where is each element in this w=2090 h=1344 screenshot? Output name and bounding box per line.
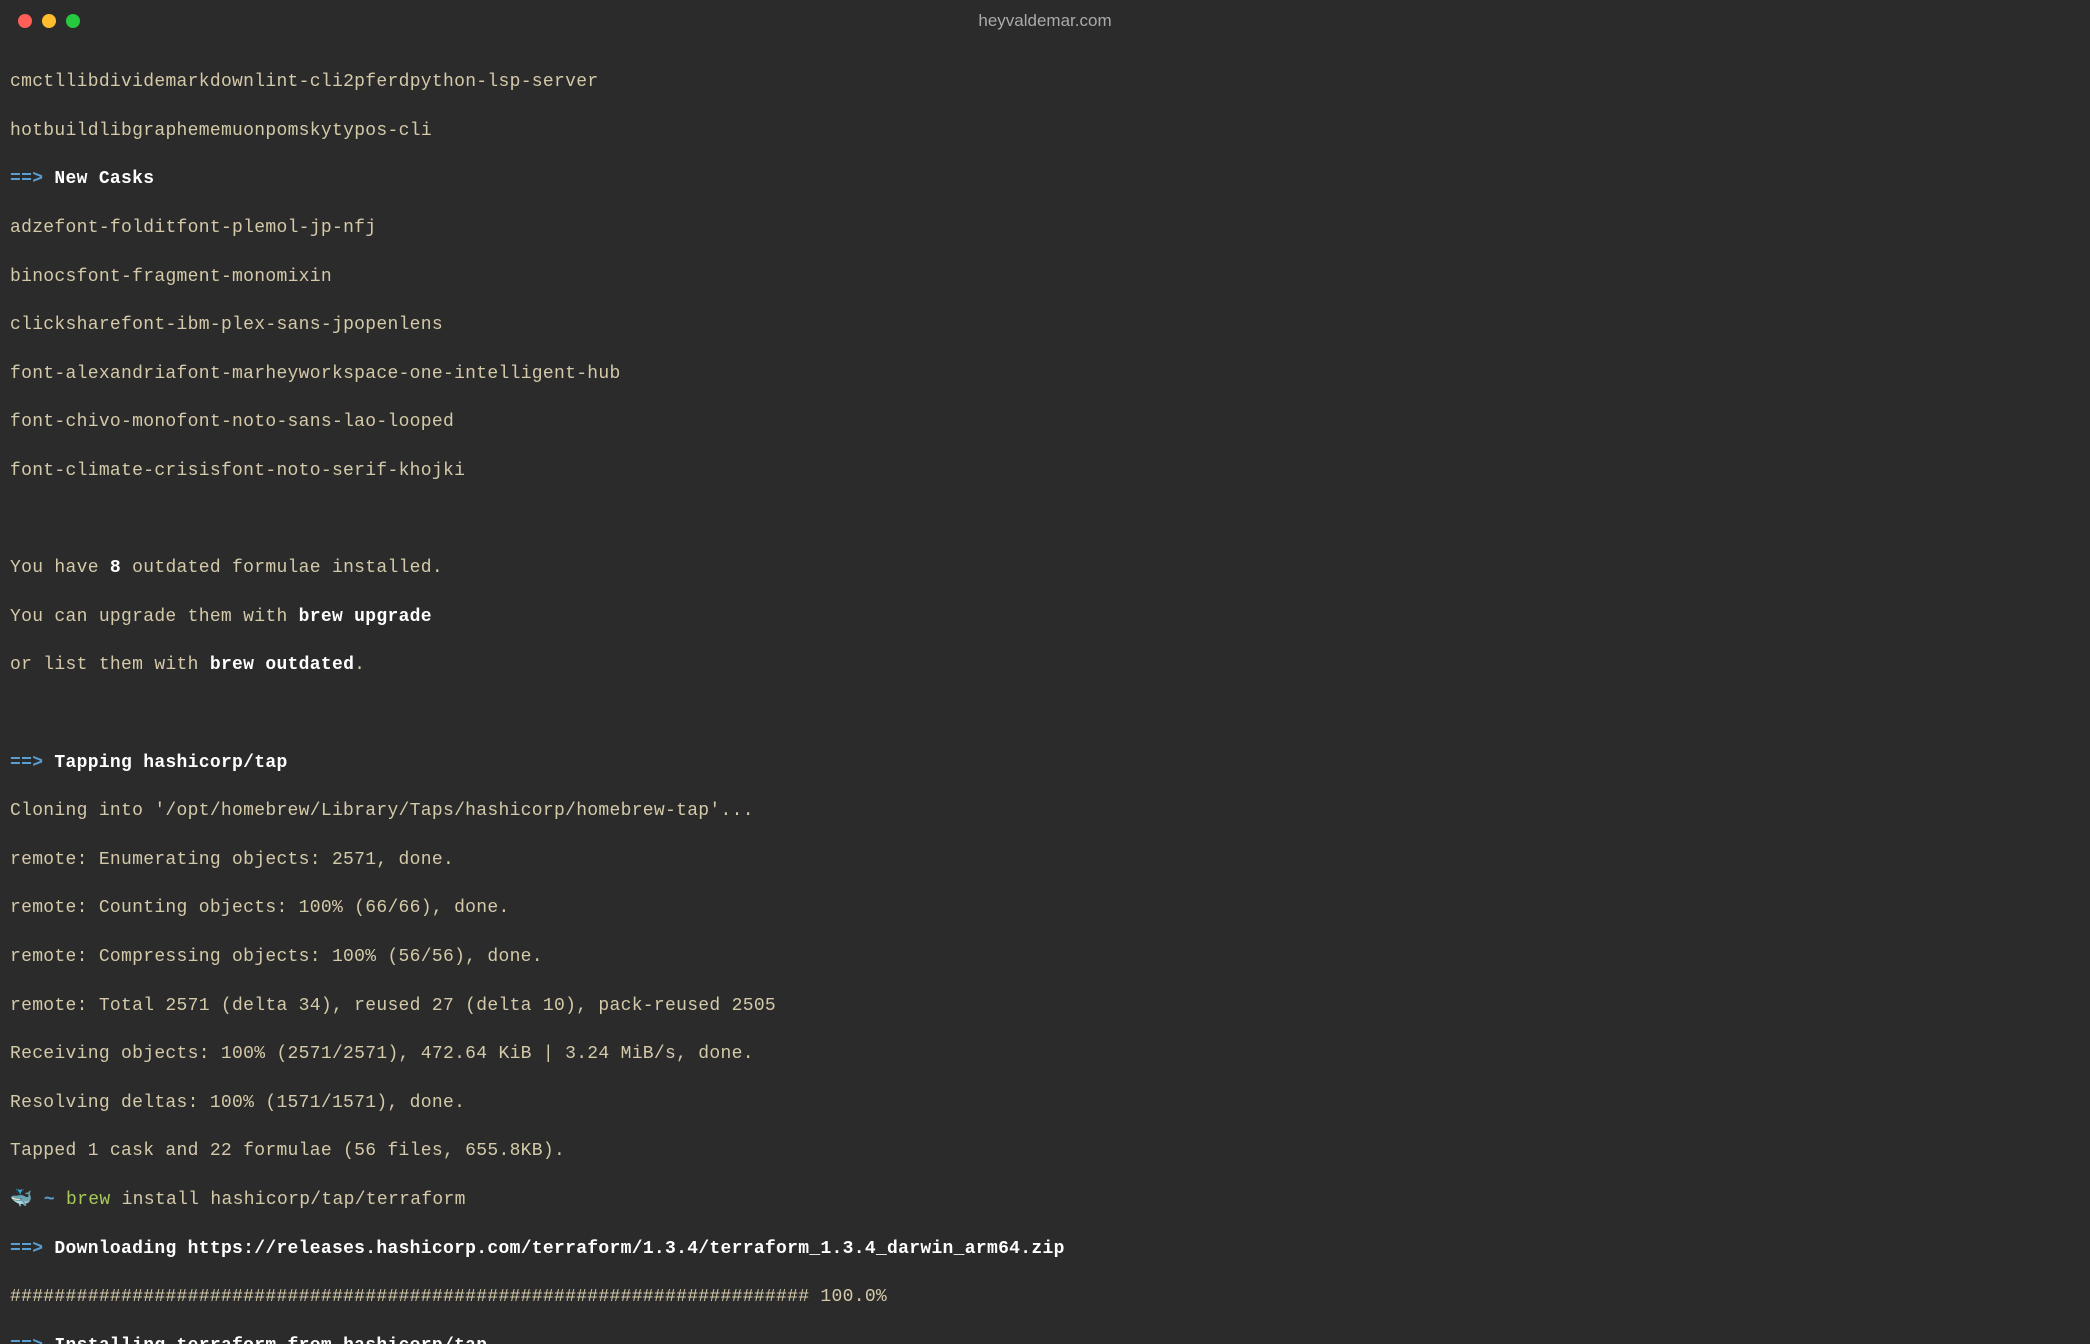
formula: muon (221, 121, 265, 141)
brew-outdated-cmd: brew outdated (210, 655, 354, 675)
cask: font-foldit (54, 218, 176, 238)
prompt-tilde: ~ (44, 1190, 55, 1210)
git-count-line: remote: Counting objects: 100% (66/66), … (10, 896, 2080, 920)
section-arrow: ==> (10, 1336, 43, 1344)
formula: cmctl (10, 72, 66, 92)
formula: libgrapheme (99, 121, 221, 141)
section-arrow: ==> (10, 1239, 43, 1259)
cask: font-ibm-plex-sans-jp (121, 315, 354, 335)
downloading-header: Downloading https://releases.hashicorp.c… (54, 1239, 1064, 1259)
cask: font-plemol-jp-nfj (177, 218, 377, 238)
traffic-lights (18, 14, 80, 28)
terminal-output[interactable]: cmctllibdividemarkdownlint-cli2pferdpyth… (0, 42, 2090, 1344)
section-arrow: ==> (10, 753, 43, 773)
outdated-text: or list them with (10, 655, 210, 675)
brew-args: install hashicorp/tap/terraform (110, 1190, 465, 1210)
tapping-header: Tapping hashicorp/tap (54, 753, 287, 773)
installing-header: Installing terraform from hashicorp/tap (54, 1336, 487, 1344)
git-compress-line: remote: Compressing objects: 100% (56/56… (10, 945, 2080, 969)
outdated-text: You can upgrade them with (10, 607, 299, 627)
cask: mixin (276, 267, 332, 287)
git-total-line: remote: Total 2571 (delta 34), reused 27… (10, 994, 2080, 1018)
cask: font-fragment-mono (77, 267, 277, 287)
formula: libdivide (66, 72, 166, 92)
cask: font-chivo-mono (10, 412, 177, 432)
formula: pomsky (265, 121, 332, 141)
outdated-text: . (354, 655, 365, 675)
formula: pferd (354, 72, 410, 92)
formula: typos-cli (332, 121, 432, 141)
cask: clickshare (10, 315, 121, 335)
whale-icon: 🐳 (10, 1190, 33, 1210)
formula: python-lsp-server (410, 72, 599, 92)
git-resolving-line: Resolving deltas: 100% (1571/1571), done… (10, 1091, 2080, 1115)
cask: font-climate-crisis (10, 461, 221, 481)
cask: font-noto-serif-khojki (221, 461, 465, 481)
maximize-button[interactable] (66, 14, 80, 28)
cask: font-alexandria (10, 364, 177, 384)
formula: markdownlint-cli2 (165, 72, 354, 92)
terminal-window: heyvaldemar.com cmctllibdividemarkdownli… (0, 0, 2090, 1344)
minimize-button[interactable] (42, 14, 56, 28)
close-button[interactable] (18, 14, 32, 28)
cask: font-noto-sans-lao-looped (177, 412, 455, 432)
git-enum-line: remote: Enumerating objects: 2571, done. (10, 848, 2080, 872)
section-arrow: ==> (10, 169, 43, 189)
brew-command: brew (66, 1190, 110, 1210)
outdated-count: 8 (110, 558, 121, 578)
brew-upgrade-cmd: brew upgrade (299, 607, 432, 627)
cask: openlens (354, 315, 443, 335)
tapped-summary: Tapped 1 cask and 22 formulae (56 files,… (10, 1139, 2080, 1163)
outdated-text: You have (10, 558, 110, 578)
progress-bar: ########################################… (10, 1285, 2080, 1309)
git-receiving-line: Receiving objects: 100% (2571/2571), 472… (10, 1042, 2080, 1066)
window-title: heyvaldemar.com (978, 10, 1111, 33)
section-header: New Casks (54, 169, 154, 189)
outdated-text: outdated formulae installed. (121, 558, 443, 578)
cask: binocs (10, 267, 77, 287)
cask: adze (10, 218, 54, 238)
cask: workspace-one-intelligent-hub (299, 364, 621, 384)
git-clone-line: Cloning into '/opt/homebrew/Library/Taps… (10, 799, 2080, 823)
titlebar: heyvaldemar.com (0, 0, 2090, 42)
formula: hotbuild (10, 121, 99, 141)
cask: font-marhey (177, 364, 299, 384)
